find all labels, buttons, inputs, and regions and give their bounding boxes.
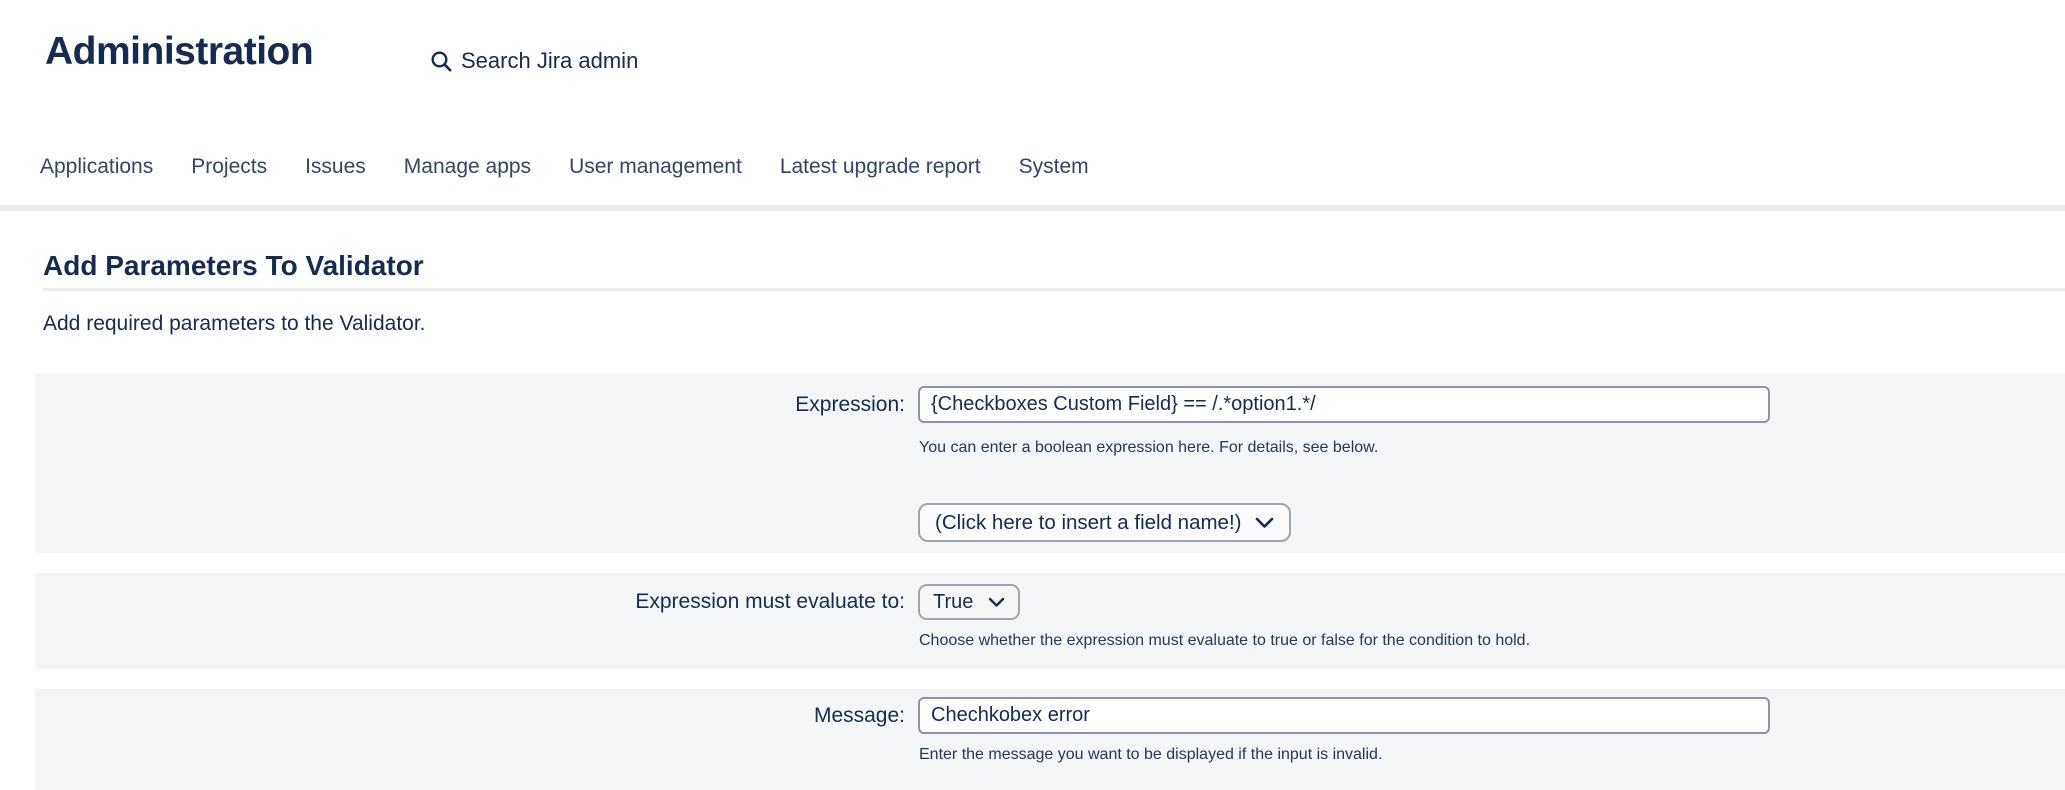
evaluate-label: Expression must evaluate to:: [635, 590, 905, 613]
expression-input[interactable]: [918, 386, 1770, 423]
message-label-cell: Message:: [35, 697, 905, 790]
message-help: Enter the message you want to be display…: [919, 745, 2065, 765]
evaluate-help: Choose whether the expression must evalu…: [919, 631, 2065, 651]
title-divider: [43, 288, 2065, 291]
chevron-down-icon: [1255, 517, 1274, 529]
evaluate-selected-value: True: [933, 591, 973, 614]
message-controls: Enter the message you want to be display…: [918, 697, 2065, 790]
message-label: Message:: [814, 704, 905, 727]
expression-help: You can enter a boolean expression here.…: [919, 438, 2065, 458]
nav-item-manage-apps[interactable]: Manage apps: [404, 152, 531, 182]
admin-title: Administration: [45, 30, 313, 74]
nav-item-applications[interactable]: Applications: [40, 152, 153, 182]
form-row-expression: Expression: You can enter a boolean expr…: [35, 374, 2065, 553]
expression-label-cell: Expression:: [35, 386, 905, 553]
admin-search[interactable]: Search Jira admin: [430, 48, 638, 74]
expression-label: Expression:: [795, 393, 905, 416]
expression-controls: You can enter a boolean expression here.…: [918, 386, 2065, 553]
nav-item-system[interactable]: System: [1019, 152, 1089, 182]
search-label: Search Jira admin: [461, 48, 638, 74]
evaluate-select[interactable]: True: [918, 584, 1020, 620]
search-icon: [430, 50, 453, 73]
nav-item-user-management[interactable]: User management: [569, 152, 742, 182]
message-input[interactable]: [918, 697, 1770, 734]
page-intro: Add required parameters to the Validator…: [43, 312, 426, 336]
chevron-down-icon: [988, 597, 1005, 608]
page-title: Add Parameters To Validator: [43, 250, 424, 282]
form-row-message: Message: Enter the message you want to b…: [35, 689, 2065, 790]
nav-divider: [0, 205, 2065, 211]
admin-nav: Applications Projects Issues Manage apps…: [40, 152, 1089, 182]
form-row-evaluate: Expression must evaluate to: True Choose…: [35, 573, 2065, 669]
nav-item-projects[interactable]: Projects: [191, 152, 267, 182]
evaluate-label-cell: Expression must evaluate to:: [35, 584, 905, 669]
nav-item-latest-upgrade-report[interactable]: Latest upgrade report: [780, 152, 981, 182]
nav-item-issues[interactable]: Issues: [305, 152, 366, 182]
field-picker-button[interactable]: (Click here to insert a field name!): [918, 503, 1291, 542]
evaluate-controls: True Choose whether the expression must …: [918, 584, 2065, 669]
field-picker-label: (Click here to insert a field name!): [935, 511, 1241, 535]
jira-admin-page: Administration Search Jira admin Applica…: [0, 0, 2065, 790]
